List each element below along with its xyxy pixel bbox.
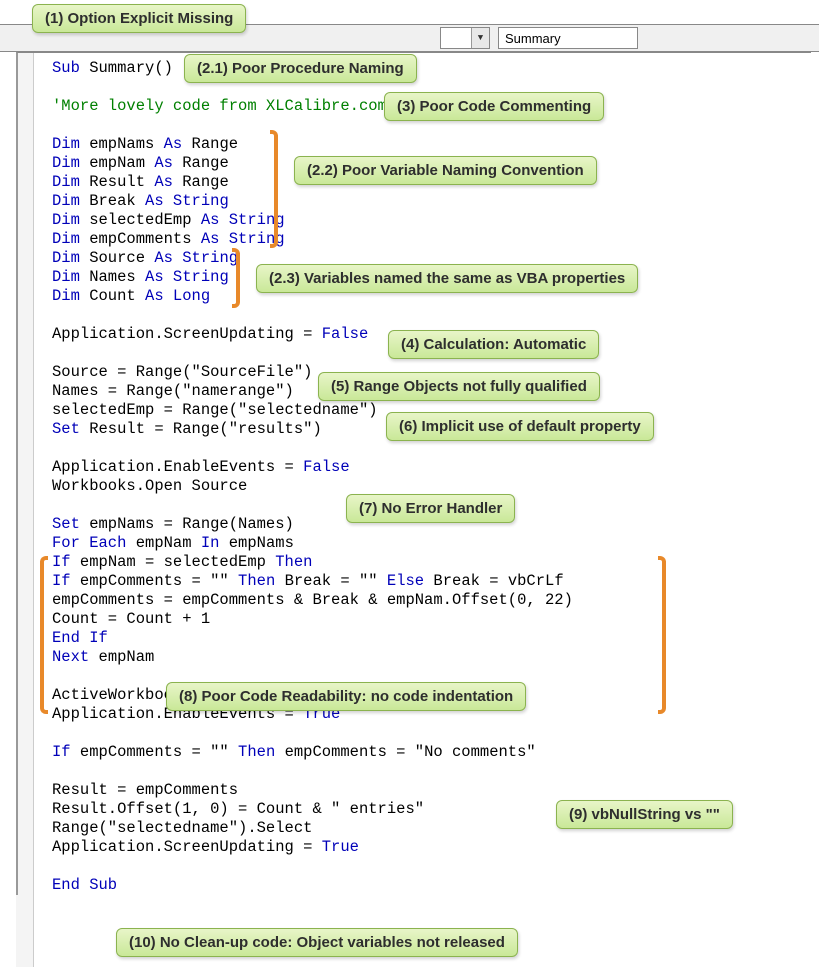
callout-8: (8) Poor Code Readability: no code inden… — [166, 682, 526, 711]
chevron-down-icon: ▼ — [471, 28, 489, 48]
callout-1: (1) Option Explicit Missing — [32, 4, 246, 33]
procedure-dropdown-value: Summary — [505, 31, 561, 46]
object-dropdown[interactable]: ▼ — [440, 27, 490, 49]
callout-2-1: (2.1) Poor Procedure Naming — [184, 54, 417, 83]
callout-2-2: (2.2) Poor Variable Naming Convention — [294, 156, 597, 185]
callout-5: (5) Range Objects not fully qualified — [318, 372, 600, 401]
callout-2-3: (2.3) Variables named the same as VBA pr… — [256, 264, 638, 293]
callout-10: (10) No Clean-up code: Object variables … — [116, 928, 518, 957]
callout-4: (4) Calculation: Automatic — [388, 330, 599, 359]
bracket-2-2 — [270, 130, 278, 248]
bracket-8-right — [658, 556, 666, 714]
callout-6: (6) Implicit use of default property — [386, 412, 654, 441]
procedure-dropdown[interactable]: Summary — [498, 27, 638, 49]
bracket-2-3 — [232, 248, 240, 308]
callout-9: (9) vbNullString vs "" — [556, 800, 733, 829]
callout-7: (7) No Error Handler — [346, 494, 515, 523]
bracket-8-left — [40, 556, 48, 714]
callout-3: (3) Poor Code Commenting — [384, 92, 604, 121]
